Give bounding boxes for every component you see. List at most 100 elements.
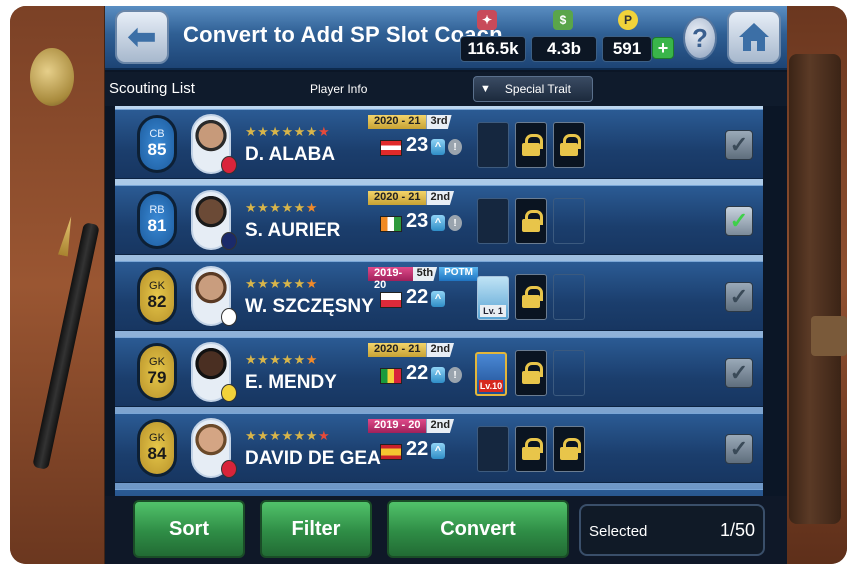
skill-slot-locked (515, 426, 547, 472)
club-crest-icon (221, 460, 237, 478)
notebook-strap (811, 316, 847, 356)
spain-flag-icon (380, 444, 402, 460)
overall-rating: 81 (147, 216, 167, 235)
form-arrow-icon: ^ (431, 215, 445, 231)
form-arrow-icon: ^ (431, 139, 445, 155)
select-checkbox[interactable]: ✓ (725, 434, 753, 464)
player-age: 22 (406, 286, 429, 308)
star-rating: ★★★★★★★ (245, 124, 331, 139)
overall-rating: 84 (147, 444, 167, 463)
home-button[interactable] (727, 10, 781, 64)
skill-card-team[interactable]: Lv.10 (475, 352, 507, 396)
player-age: 22 (406, 362, 429, 384)
selected-value: 1/50 (719, 520, 755, 540)
player-row[interactable]: RB 81 ★★★★★★ S. AURIER 2020 - 21 2nd 23 … (115, 185, 763, 255)
player-row-partial[interactable] (115, 489, 763, 496)
gp-icon: ✦ (477, 10, 497, 30)
player-name: D. ALABA (245, 144, 336, 165)
season-tag: 2019 - 20 2nd (368, 419, 458, 433)
club-crest-icon (221, 156, 237, 174)
alert-icon: ! (448, 215, 462, 231)
season-rank: 2nd (426, 191, 455, 205)
season-rank: 2nd (426, 343, 455, 357)
leather-notebook-icon (789, 54, 841, 524)
form-arrow-icon: ^ (431, 367, 445, 383)
season-tag: 2019-20 5th POTM (368, 267, 478, 291)
club-crest-icon (221, 308, 237, 326)
lock-icon (522, 286, 543, 308)
selected-label: Selected (589, 523, 648, 540)
skill-slot-empty (477, 426, 509, 472)
back-arrow-icon: ⬅ (127, 18, 157, 56)
position-badge: GK 84 (137, 419, 177, 477)
form-arrow-icon: ^ (431, 443, 445, 459)
cash-icon: $ (553, 10, 573, 30)
lock-icon (522, 438, 543, 460)
selected-counter: Selected 1/50 (579, 504, 765, 556)
skill-slot-unavailable (553, 274, 585, 320)
season-rank: 5th (412, 267, 438, 281)
add-coins-button[interactable]: + (652, 37, 674, 59)
skill-level-label: Lv. 1 (480, 305, 506, 317)
form-arrow-icon: ^ (431, 291, 445, 307)
back-button[interactable]: ⬅ (115, 10, 169, 64)
player-row[interactable]: GK 82 ★★★★★★ W. SZCZĘSNY 2019-20 5th POT… (115, 261, 763, 331)
convert-button[interactable]: Convert (387, 500, 569, 558)
skill-slot-locked (515, 274, 547, 320)
cash-counter: 4.3b (531, 36, 597, 62)
player-info-label[interactable]: Player Info (310, 82, 367, 96)
season-year: 2020 - 21 (368, 343, 427, 357)
select-checkbox-checked[interactable]: ✓ (725, 206, 753, 236)
senegal-flag-icon (380, 368, 402, 384)
player-row[interactable]: GK 84 ★★★★★★★ DAVID DE GEA 2019 - 20 2nd… (115, 413, 763, 483)
position-label: GK (149, 280, 165, 292)
skill-slot-unavailable (553, 198, 585, 244)
top-bar: ⬅ Convert to Add SP Slot Coach ✦ 116.5k … (105, 6, 787, 70)
overall-rating: 82 (147, 292, 167, 311)
select-checkbox[interactable]: ✓ (725, 130, 753, 160)
skill-slot-empty (477, 198, 509, 244)
player-name: W. SZCZĘSNY (245, 296, 374, 317)
select-checkbox[interactable]: ✓ (725, 282, 753, 312)
player-name: E. MENDY (245, 372, 337, 393)
lock-icon (522, 210, 543, 232)
alert-icon: ! (448, 367, 462, 383)
lock-icon (560, 134, 581, 156)
skill-card-frozen[interactable]: Lv. 1 (477, 276, 509, 320)
special-trait-dropdown[interactable]: ▼ Special Trait (473, 76, 593, 102)
filter-button[interactable]: Filter (260, 500, 372, 558)
player-list[interactable]: CB 85 ★★★★★★★ D. ALABA 2020 - 21 3rd 23 … (115, 106, 763, 496)
skill-slot-empty (477, 122, 509, 168)
poland-flag-icon (380, 292, 402, 308)
player-row[interactable]: GK 79 ★★★★★★ E. MENDY 2020 - 21 2nd 22 ^… (115, 337, 763, 407)
lock-icon (522, 362, 543, 384)
skill-level-label: Lv.10 (479, 380, 503, 392)
player-row[interactable]: CB 85 ★★★★★★★ D. ALABA 2020 - 21 3rd 23 … (115, 109, 763, 179)
bottom-bar: Sort Filter Convert Selected 1/50 (105, 496, 787, 564)
player-age: 23 (406, 134, 429, 156)
club-crest-icon (221, 384, 237, 402)
device-frame: ⬅ Convert to Add SP Slot Coach ✦ 116.5k … (10, 6, 847, 564)
star-rating: ★★★★★★ (245, 200, 318, 215)
gp-counter: 116.5k (460, 36, 526, 62)
select-checkbox[interactable]: ✓ (725, 358, 753, 388)
sub-header: Scouting List Player Info ▼ Special Trai… (105, 72, 787, 106)
season-year: 2019 - 20 (368, 419, 427, 433)
overall-rating: 85 (147, 140, 167, 159)
skill-slot-locked (515, 122, 547, 168)
season-rank: 3rd (426, 115, 452, 129)
star-rating: ★★★★★★★ (245, 428, 331, 443)
skill-slot-unavailable (553, 350, 585, 396)
help-button[interactable]: ? (683, 16, 717, 60)
skill-slot-locked (515, 350, 547, 396)
position-label: GK (149, 432, 165, 444)
sort-button[interactable]: Sort (133, 500, 245, 558)
season-rank: 2nd (426, 419, 455, 433)
season-tag: 2020 - 21 3rd (368, 115, 458, 129)
dropdown-arrow-icon: ▼ (480, 83, 491, 95)
season-year: 2020 - 21 (368, 115, 427, 129)
player-name: DAVID DE GEA (245, 448, 381, 469)
star-rating: ★★★★★★ (245, 352, 318, 367)
wax-seal-icon (30, 48, 74, 106)
question-icon: ? (692, 22, 708, 53)
